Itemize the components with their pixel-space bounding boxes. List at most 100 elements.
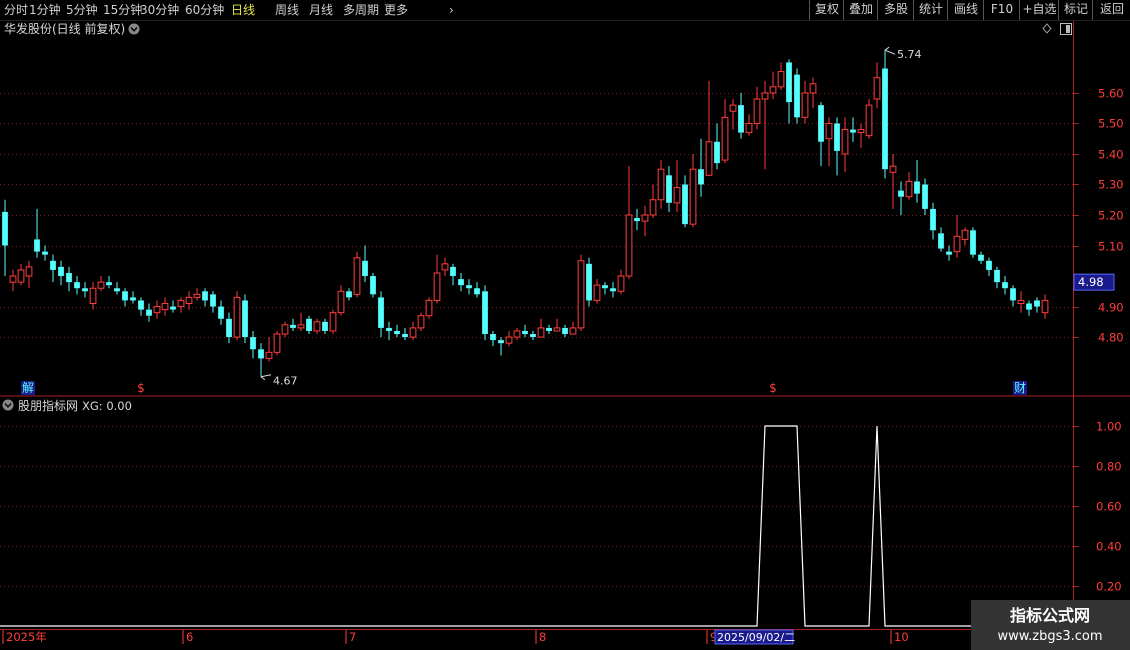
- candle: [138, 297, 144, 316]
- indicator-tick-label: 0.60: [1096, 500, 1122, 514]
- candle: [322, 318, 328, 335]
- candle: [226, 312, 232, 344]
- period-tab-10[interactable]: 更多: [384, 1, 408, 19]
- candle: [1010, 285, 1016, 307]
- indicator-title[interactable]: 股朋指标网: [18, 398, 78, 413]
- candle: [1017, 291, 1025, 313]
- toolbar-button-8[interactable]: 返回: [1092, 0, 1130, 20]
- period-tab-9[interactable]: 多周期: [343, 1, 379, 19]
- candle: [673, 160, 681, 212]
- candle: [513, 327, 521, 341]
- candle: [938, 227, 944, 252]
- price-tick-label: 4.90: [1098, 301, 1124, 315]
- date-axis-label: 7: [349, 630, 356, 644]
- candle: [458, 272, 464, 292]
- period-tab-4[interactable]: 30分钟: [140, 1, 179, 19]
- candle: [441, 257, 449, 277]
- candle: [378, 291, 384, 338]
- candle: [337, 285, 345, 316]
- candle: [777, 62, 785, 90]
- toolbar-button-7[interactable]: 标记: [1058, 0, 1093, 20]
- candlestick-series[interactable]: [2, 50, 1049, 377]
- date-axis-label: 6: [186, 630, 193, 644]
- candle: [753, 86, 761, 130]
- title-dropdown-icon[interactable]: [128, 23, 140, 35]
- candle: [1002, 276, 1008, 295]
- candle: [258, 343, 264, 377]
- candle: [569, 321, 577, 335]
- period-tab-6[interactable]: 日线: [231, 1, 255, 19]
- candle: [177, 297, 185, 313]
- candle: [353, 251, 361, 298]
- candle: [721, 99, 729, 164]
- candle: [610, 282, 616, 298]
- candle: [97, 276, 105, 292]
- candle: [602, 282, 608, 295]
- period-tab-5[interactable]: 60分钟: [185, 1, 224, 19]
- candle: [953, 215, 961, 258]
- toolbar-button-4[interactable]: 画线: [947, 0, 984, 20]
- candle: [386, 321, 392, 341]
- current-price-tag: 4.98: [1073, 273, 1115, 291]
- watermark-url: www.zbgs3.com: [997, 629, 1102, 644]
- panel-toggle-icon[interactable]: [1060, 23, 1072, 35]
- period-tab-3[interactable]: 15分钟: [103, 1, 142, 19]
- candle: [625, 166, 633, 280]
- candle: [905, 172, 913, 200]
- candle: [546, 324, 552, 335]
- candle: [666, 166, 672, 212]
- toolbar-button-0[interactable]: 复权: [809, 0, 844, 20]
- candle: [809, 77, 817, 109]
- price-grid: [0, 93, 1073, 338]
- candle: [498, 337, 504, 356]
- indicator-dropdown-icon[interactable]: [2, 399, 14, 411]
- candle: [522, 324, 528, 338]
- candle: [161, 297, 169, 316]
- stock-title[interactable]: 华发股份(日线 前复权): [4, 21, 125, 36]
- candle: [593, 279, 601, 304]
- candle: [482, 285, 488, 341]
- candle: [729, 99, 737, 130]
- period-tab-8[interactable]: 月线: [309, 1, 333, 19]
- price-tick-label: 5.20: [1098, 209, 1124, 223]
- candle: [25, 260, 33, 289]
- candle: [146, 303, 152, 322]
- candle: [930, 202, 936, 240]
- indicator-tick-label: 0.40: [1096, 540, 1122, 554]
- period-tab-0[interactable]: 分时: [4, 1, 28, 19]
- candle: [170, 300, 176, 313]
- toolbar-button-2[interactable]: 多股: [877, 0, 914, 20]
- indicator-xg-value: XG: 0.00: [82, 399, 132, 413]
- toolbar-button-3[interactable]: 统计: [913, 0, 948, 20]
- candle: [801, 80, 809, 124]
- candle: [218, 300, 224, 325]
- candle: [417, 312, 425, 331]
- candle: [761, 80, 769, 170]
- more-chevron-icon[interactable]: ›: [449, 1, 454, 19]
- candle: [970, 227, 976, 258]
- candle: [281, 321, 289, 338]
- candle: [505, 330, 513, 347]
- period-tab-7[interactable]: 周线: [275, 1, 299, 19]
- candle: [433, 254, 441, 304]
- candle: [865, 99, 873, 139]
- candle: [698, 138, 704, 197]
- event-markers[interactable]: 解 $ $ 财: [21, 381, 1027, 395]
- period-tab-1[interactable]: 1分钟: [29, 1, 61, 19]
- candle: [409, 321, 417, 341]
- candle: [490, 330, 496, 347]
- candle: [265, 337, 273, 362]
- candle: [466, 279, 472, 295]
- chart-area[interactable]: 华发股份(日线 前复权) 5.60 5.50 5.40 5.30 5.20 5.10 4.9…: [0, 20, 1130, 650]
- candle: [210, 291, 216, 313]
- candle: [58, 260, 64, 286]
- candle: [74, 276, 80, 295]
- toolbar-button-6[interactable]: +自选: [1019, 0, 1059, 20]
- period-tab-2[interactable]: 5分钟: [66, 1, 98, 19]
- event-marker: 财: [1014, 381, 1026, 395]
- low-price-label: 4.67: [273, 375, 298, 388]
- toolbar-button-5[interactable]: F10: [983, 0, 1020, 20]
- toolbar-button-1[interactable]: 叠加: [843, 0, 878, 20]
- diamond-icon[interactable]: [1042, 23, 1052, 34]
- candle: [745, 114, 753, 136]
